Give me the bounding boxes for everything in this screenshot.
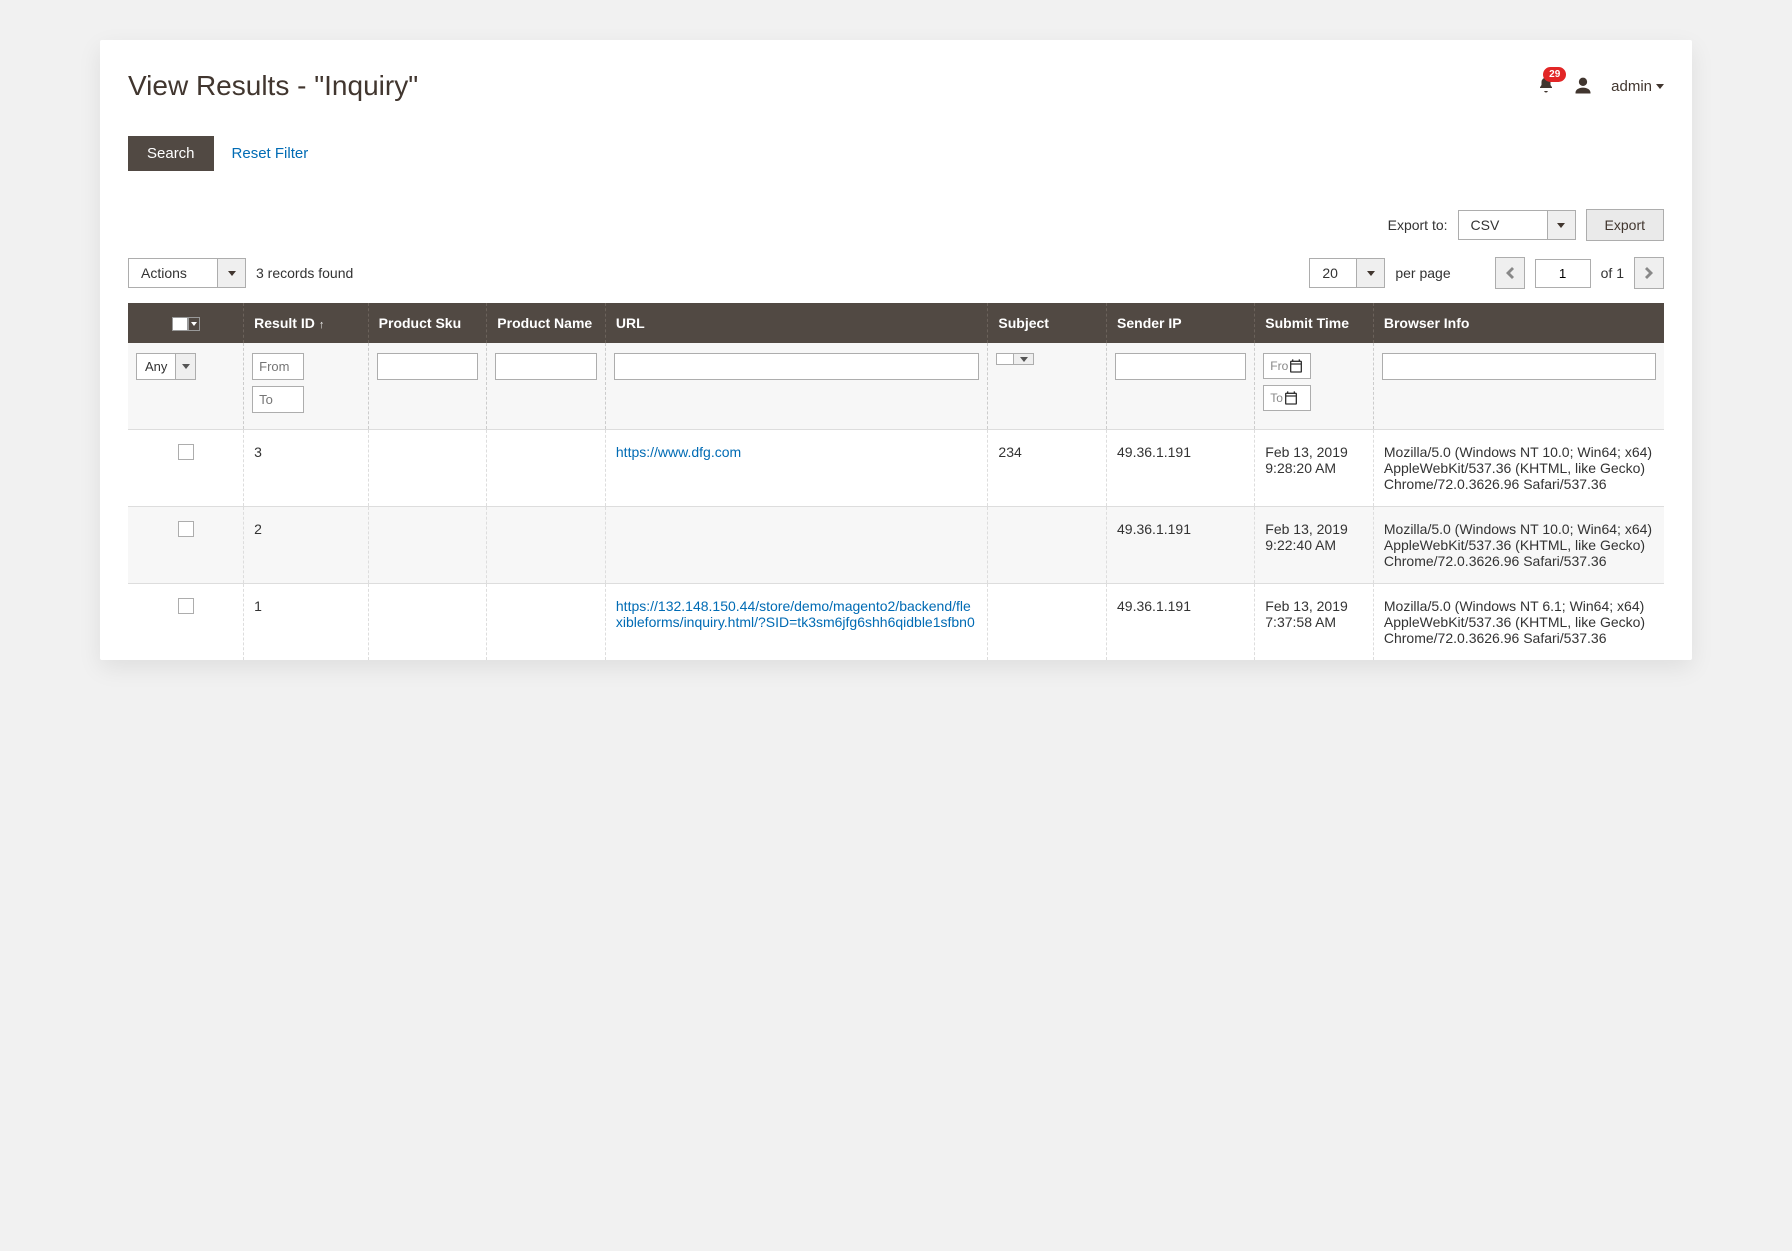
cell-time: Feb 13, 2019 7:37:58 AM [1255, 584, 1374, 661]
per-page-label: per page [1395, 265, 1450, 281]
col-subject[interactable]: Subject [988, 303, 1107, 343]
page-title: View Results - "Inquiry" [128, 70, 418, 102]
cell-browser: Mozilla/5.0 (Windows NT 10.0; Win64; x64… [1373, 430, 1664, 507]
export-format-select[interactable]: CSV [1458, 210, 1576, 240]
total-pages-label: of 1 [1601, 265, 1624, 281]
row-checkbox[interactable] [178, 444, 194, 460]
caret-down-icon [1656, 84, 1664, 89]
user-icon[interactable] [1573, 76, 1593, 96]
cell-id: 1 [244, 584, 369, 661]
cell-id: 3 [244, 430, 369, 507]
cell-sku [368, 430, 487, 507]
page-size-value: 20 [1309, 258, 1357, 288]
col-checkbox-header[interactable] [128, 303, 244, 343]
cell-url-link[interactable]: https://132.148.150.44/store/demo/magent… [616, 598, 975, 630]
chevron-down-icon[interactable] [1014, 353, 1034, 365]
sort-asc-icon: ↑ [319, 319, 325, 331]
chevron-down-icon[interactable] [1548, 210, 1576, 240]
notification-badge: 29 [1543, 67, 1566, 82]
col-submit-time[interactable]: Submit Time [1255, 303, 1374, 343]
filter-url[interactable] [614, 353, 980, 380]
chevron-down-icon[interactable] [176, 353, 196, 380]
cell-ip: 49.36.1.191 [1107, 430, 1255, 507]
admin-panel: View Results - "Inquiry" 29 admin Search… [100, 40, 1692, 660]
filter-date-to[interactable]: To [1263, 385, 1311, 411]
chevron-left-icon [1506, 267, 1514, 279]
filter-date-from[interactable]: Fro [1263, 353, 1311, 379]
table-row[interactable]: 2 49.36.1.191 Feb 13, 2019 9:22:40 AM Mo… [128, 507, 1664, 584]
row-checkbox[interactable] [178, 521, 194, 537]
calendar-icon [1283, 390, 1299, 406]
table-row[interactable]: 3 https://www.dfg.com 234 49.36.1.191 Fe… [128, 430, 1664, 507]
prev-page-button[interactable] [1495, 257, 1525, 289]
actions-select[interactable]: Actions [128, 258, 246, 288]
filter-id-to[interactable] [252, 386, 304, 413]
cell-url-link[interactable]: https://www.dfg.com [616, 444, 741, 460]
notifications[interactable]: 29 [1537, 75, 1555, 98]
col-url[interactable]: URL [605, 303, 988, 343]
col-sender-ip[interactable]: Sender IP [1107, 303, 1255, 343]
cell-time: Feb 13, 2019 9:28:20 AM [1255, 430, 1374, 507]
admin-menu[interactable]: admin [1611, 78, 1664, 95]
filter-ip[interactable] [1115, 353, 1246, 380]
search-button[interactable]: Search [128, 136, 214, 171]
chevron-down-icon[interactable] [1357, 258, 1385, 288]
current-page-input[interactable] [1535, 259, 1591, 288]
cell-sku [368, 584, 487, 661]
cell-pname [487, 430, 606, 507]
cell-subject [988, 584, 1107, 661]
cell-id: 2 [244, 507, 369, 584]
filter-subject-select[interactable] [996, 353, 1098, 365]
filter-product-name[interactable] [495, 353, 597, 380]
reset-filter-link[interactable]: Reset Filter [232, 145, 309, 162]
export-to-label: Export to: [1388, 217, 1448, 233]
col-result-id[interactable]: Result ID↑ [244, 303, 369, 343]
export-button[interactable]: Export [1586, 209, 1664, 241]
export-format-value: CSV [1458, 210, 1548, 240]
row-checkbox[interactable] [178, 598, 194, 614]
chevron-down-icon[interactable] [218, 258, 246, 288]
chevron-right-icon [1645, 267, 1653, 279]
cell-time: Feb 13, 2019 9:22:40 AM [1255, 507, 1374, 584]
cell-pname [487, 584, 606, 661]
col-product-sku[interactable]: Product Sku [368, 303, 487, 343]
filter-id-from[interactable] [252, 353, 304, 380]
cell-pname [487, 507, 606, 584]
cell-subject: 234 [988, 430, 1107, 507]
filter-sku[interactable] [377, 353, 479, 380]
filter-any-select[interactable]: Any [136, 353, 235, 380]
table-row[interactable]: 1 https://132.148.150.44/store/demo/mage… [128, 584, 1664, 661]
cell-subject [988, 507, 1107, 584]
filter-browser[interactable] [1382, 353, 1656, 380]
col-browser-info[interactable]: Browser Info [1373, 303, 1664, 343]
results-table: Result ID↑ Product Sku Product Name URL … [128, 303, 1664, 660]
cell-sku [368, 507, 487, 584]
page-size-select[interactable]: 20 [1309, 258, 1385, 288]
col-product-name[interactable]: Product Name [487, 303, 606, 343]
next-page-button[interactable] [1634, 257, 1664, 289]
records-found-label: 3 records found [256, 265, 353, 281]
cell-ip: 49.36.1.191 [1107, 584, 1255, 661]
cell-ip: 49.36.1.191 [1107, 507, 1255, 584]
filter-row: Any [128, 343, 1664, 430]
cell-browser: Mozilla/5.0 (Windows NT 6.1; Win64; x64)… [1373, 584, 1664, 661]
calendar-icon [1288, 358, 1304, 374]
actions-value: Actions [128, 258, 218, 288]
cell-browser: Mozilla/5.0 (Windows NT 10.0; Win64; x64… [1373, 507, 1664, 584]
admin-label: admin [1611, 78, 1652, 95]
